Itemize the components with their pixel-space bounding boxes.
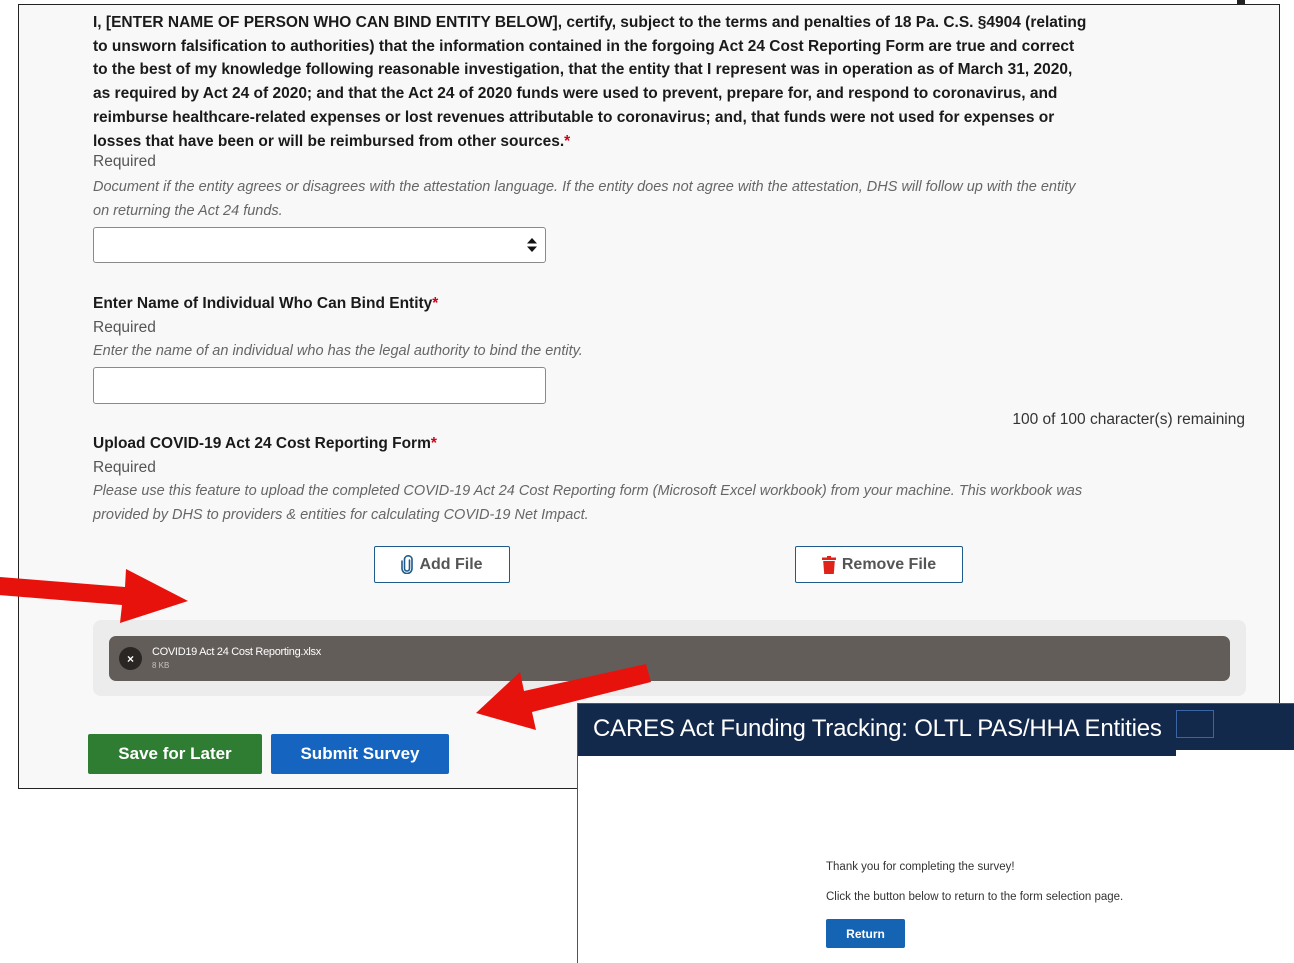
return-instruction: Click the button below to return to the … <box>826 891 1124 903</box>
paperclip-icon <box>401 555 414 574</box>
upload-help-text: Please use this feature to upload the co… <box>93 483 1083 523</box>
trash-icon <box>821 555 836 574</box>
page-title: CARES Act Funding Tracking: OLTL PAS/HHA… <box>593 715 1162 742</box>
submit-survey-button[interactable]: Submit Survey <box>271 734 449 774</box>
red-arrow-icon <box>0 569 188 623</box>
uploaded-file-item: × COVID19 Act 24 Cost Reporting.xlsx 8 K… <box>109 636 1230 681</box>
attestation-statement: I, [ENTER NAME OF PERSON WHO CAN BIND EN… <box>93 14 1087 150</box>
sort-icon <box>527 238 537 252</box>
binder-name-input[interactable] <box>93 367 546 404</box>
remove-file-button[interactable]: Remove File <box>795 546 963 583</box>
add-file-button[interactable]: Add File <box>374 546 510 583</box>
confirmation-panel: CARES Act Funding Tracking: OLTL PAS/HHA… <box>577 703 1294 963</box>
attestation-help-text: Document if the entity agrees or disagre… <box>93 179 1076 219</box>
uploaded-files-area: × COVID19 Act 24 Cost Reporting.xlsx 8 K… <box>93 620 1246 696</box>
save-for-later-button[interactable]: Save for Later <box>88 734 262 774</box>
header-action-box <box>1176 710 1214 738</box>
upload-label: Upload COVID-19 Act 24 Cost Reporting Fo… <box>93 435 437 452</box>
required-marker: * <box>430 435 437 452</box>
header-notch <box>1176 750 1294 757</box>
upload-required-label: Required <box>93 459 156 476</box>
corner-marker <box>1237 0 1245 5</box>
character-count: 100 of 100 character(s) remaining <box>1012 411 1245 428</box>
file-size: 8 KB <box>152 661 170 670</box>
binder-name-required-label: Required <box>93 319 156 336</box>
required-marker: * <box>432 295 439 312</box>
confirmation-header: CARES Act Funding Tracking: OLTL PAS/HHA… <box>578 704 1294 757</box>
required-marker: * <box>564 132 571 150</box>
thank-you-message: Thank you for completing the survey! <box>826 861 1015 873</box>
close-icon[interactable]: × <box>119 647 142 670</box>
attestation-select[interactable] <box>93 227 546 263</box>
add-file-label: Add File <box>419 555 483 573</box>
binder-name-help-text: Enter the name of an individual who has … <box>93 343 583 359</box>
remove-file-label: Remove File <box>841 555 937 573</box>
file-name: COVID19 Act 24 Cost Reporting.xlsx <box>152 646 321 658</box>
attestation-required-label: Required <box>93 153 156 170</box>
return-button[interactable]: Return <box>826 919 905 948</box>
binder-name-label: Enter Name of Individual Who Can Bind En… <box>93 295 439 312</box>
